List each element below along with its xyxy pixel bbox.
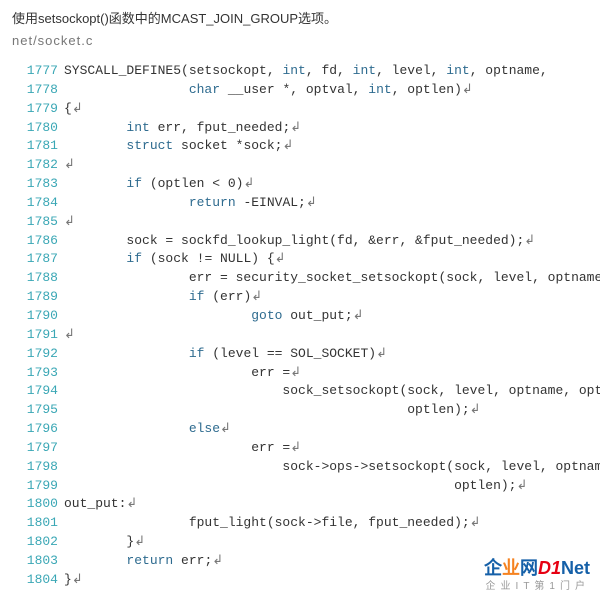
code-line: 1788 err = security_socket_setsockopt(so… bbox=[12, 269, 588, 288]
code-text: else↲ bbox=[64, 420, 231, 439]
line-number: 1797 bbox=[12, 439, 64, 458]
code-text: sock = sockfd_lookup_light(fd, &err, &fp… bbox=[64, 232, 535, 251]
code-text: if (sock != NULL) {↲ bbox=[64, 250, 286, 269]
code-text: goto out_put;↲ bbox=[64, 307, 364, 326]
line-number: 1785 bbox=[12, 213, 64, 232]
line-number: 1790 bbox=[12, 307, 64, 326]
code-text: }↲ bbox=[64, 571, 83, 590]
line-number: 1778 bbox=[12, 81, 64, 100]
code-line: 1783 if (optlen < 0)↲ bbox=[12, 175, 588, 194]
code-text: return err;↲ bbox=[64, 552, 223, 571]
line-number: 1786 bbox=[12, 232, 64, 251]
line-number: 1792 bbox=[12, 345, 64, 364]
code-text: out_put:↲ bbox=[64, 495, 137, 514]
code-text: if (err)↲ bbox=[64, 288, 262, 307]
code-text: return -EINVAL;↲ bbox=[64, 194, 317, 213]
watermark-logo: 企业网D1Net bbox=[484, 559, 590, 579]
line-number: 1794 bbox=[12, 382, 64, 401]
code-line: 1792 if (level == SOL_SOCKET)↲ bbox=[12, 345, 588, 364]
code-text: err = security_socket_setsockopt(sock, l… bbox=[64, 269, 600, 288]
code-text: SYSCALL_DEFINE5(setsockopt, int, fd, int… bbox=[64, 62, 548, 81]
line-number: 1783 bbox=[12, 175, 64, 194]
line-number: 1780 bbox=[12, 119, 64, 138]
code-text: {↲ bbox=[64, 100, 83, 119]
code-line: 1793 err =↲ bbox=[12, 364, 588, 383]
line-number: 1801 bbox=[12, 514, 64, 533]
code-text: fput_light(sock->file, fput_needed);↲ bbox=[64, 514, 481, 533]
code-line: 1782↲ bbox=[12, 156, 588, 175]
code-block: 1777SYSCALL_DEFINE5(setsockopt, int, fd,… bbox=[12, 62, 588, 590]
code-line: 1790 goto out_put;↲ bbox=[12, 307, 588, 326]
watermark-subtitle: 企业IT第1门户 bbox=[484, 581, 590, 592]
intro-text: 使用setsockopt()函数中的MCAST_JOIN_GROUP选项。 bbox=[12, 8, 588, 27]
code-text: if (optlen < 0)↲ bbox=[64, 175, 254, 194]
line-number: 1804 bbox=[12, 571, 64, 590]
line-number: 1802 bbox=[12, 533, 64, 552]
line-number: 1795 bbox=[12, 401, 64, 420]
line-number: 1789 bbox=[12, 288, 64, 307]
watermark: 企业网D1Net 企业IT第1门户 bbox=[484, 559, 590, 592]
code-line: 1786 sock = sockfd_lookup_light(fd, &err… bbox=[12, 232, 588, 251]
line-number: 1800 bbox=[12, 495, 64, 514]
code-text: sock->ops->setsockopt(sock, level, optna… bbox=[64, 458, 600, 477]
code-line: 1779{↲ bbox=[12, 100, 588, 119]
code-text: char __user *, optval, int, optlen)↲ bbox=[64, 81, 473, 100]
code-line: 1785↲ bbox=[12, 213, 588, 232]
code-line: 1794 sock_setsockopt(sock, level, optnam… bbox=[12, 382, 588, 401]
wm-char: 企 bbox=[484, 558, 502, 578]
code-text: optlen);↲ bbox=[64, 401, 481, 420]
code-text: ↲ bbox=[64, 326, 75, 345]
line-number: 1787 bbox=[12, 250, 64, 269]
code-line: 1800out_put:↲ bbox=[12, 495, 588, 514]
code-text: if (level == SOL_SOCKET)↲ bbox=[64, 345, 387, 364]
code-text: ↲ bbox=[64, 156, 75, 175]
line-number: 1782 bbox=[12, 156, 64, 175]
code-line: 1778 char __user *, optval, int, optlen)… bbox=[12, 81, 588, 100]
line-number: 1791 bbox=[12, 326, 64, 345]
code-line: 1780 int err, fput_needed;↲ bbox=[12, 119, 588, 138]
wm-char: 业 bbox=[502, 558, 520, 578]
code-line: 1777SYSCALL_DEFINE5(setsockopt, int, fd,… bbox=[12, 62, 588, 81]
code-line: 1789 if (err)↲ bbox=[12, 288, 588, 307]
code-text: struct socket *sock;↲ bbox=[64, 137, 293, 156]
wm-char: 网 bbox=[520, 558, 538, 578]
line-number: 1777 bbox=[12, 62, 64, 81]
code-line: 1796 else↲ bbox=[12, 420, 588, 439]
line-number: 1793 bbox=[12, 364, 64, 383]
code-line: 1791↲ bbox=[12, 326, 588, 345]
code-line: 1784 return -EINVAL;↲ bbox=[12, 194, 588, 213]
code-text: ↲ bbox=[64, 213, 75, 232]
line-number: 1796 bbox=[12, 420, 64, 439]
line-number: 1799 bbox=[12, 477, 64, 496]
line-number: 1781 bbox=[12, 137, 64, 156]
line-number: 1784 bbox=[12, 194, 64, 213]
code-line: 1798 sock->ops->setsockopt(sock, level, … bbox=[12, 458, 588, 477]
wm-d1: D1 bbox=[538, 558, 561, 578]
code-text: err =↲ bbox=[64, 364, 301, 383]
line-number: 1803 bbox=[12, 552, 64, 571]
code-line: 1797 err =↲ bbox=[12, 439, 588, 458]
code-line: 1799 optlen);↲ bbox=[12, 477, 588, 496]
code-text: optlen);↲ bbox=[64, 477, 527, 496]
code-text: int err, fput_needed;↲ bbox=[64, 119, 301, 138]
wm-net: Net bbox=[561, 558, 590, 578]
line-number: 1779 bbox=[12, 100, 64, 119]
code-text: }↲ bbox=[64, 533, 145, 552]
code-line: 1801 fput_light(sock->file, fput_needed)… bbox=[12, 514, 588, 533]
code-text: sock_setsockopt(sock, level, optname, op… bbox=[64, 382, 600, 401]
line-number: 1788 bbox=[12, 269, 64, 288]
code-text: err =↲ bbox=[64, 439, 301, 458]
line-number: 1798 bbox=[12, 458, 64, 477]
code-line: 1795 optlen);↲ bbox=[12, 401, 588, 420]
code-line: 1802 }↲ bbox=[12, 533, 588, 552]
code-line: 1781 struct socket *sock;↲ bbox=[12, 137, 588, 156]
file-path: net/socket.c bbox=[12, 33, 588, 48]
code-line: 1787 if (sock != NULL) {↲ bbox=[12, 250, 588, 269]
